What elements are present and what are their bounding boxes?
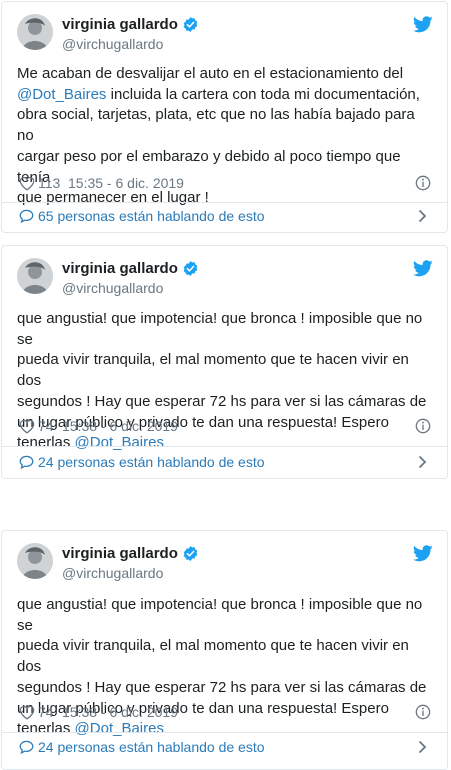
tweet-text-line: segundos ! Hay que esperar 72 hs para ve… xyxy=(17,678,427,696)
tweet-text-line: que angustia! que impotencia! que bronca… xyxy=(17,596,423,634)
like-count[interactable]: 74 xyxy=(38,704,54,720)
conversation-count[interactable]: 24 personas están hablando de esto xyxy=(38,454,265,470)
info-icon[interactable] xyxy=(415,175,431,191)
twitter-bird-icon[interactable] xyxy=(413,260,433,277)
tweet-card: virginia gallardo @virchugallardo Me aca… xyxy=(1,1,448,233)
tweet-meta: 113 15:35 - 6 dic. 2019 xyxy=(17,174,433,194)
tweet-meta: 74 15:38 - 6 dic. 2019 xyxy=(17,417,433,437)
author-handle[interactable]: @virchugallardo xyxy=(62,565,163,581)
like-count[interactable]: 113 xyxy=(38,175,60,191)
chevron-right-icon[interactable] xyxy=(418,455,427,469)
speech-bubble-icon xyxy=(19,455,34,469)
avatar[interactable] xyxy=(17,543,53,579)
chevron-right-icon[interactable] xyxy=(418,209,427,223)
author-name[interactable]: virginia gallardo xyxy=(62,545,178,562)
tweet-text-line: Me acaban de desvalijar el auto en el es… xyxy=(17,65,404,82)
conversation-count[interactable]: 65 personas están hablando de esto xyxy=(38,208,265,224)
mention-link[interactable]: @Dot_Baires xyxy=(17,86,106,103)
tweet-timestamp[interactable]: 15:38 - 6 dic. 2019 xyxy=(62,704,178,720)
tweet-card: virginia gallardo @virchugallardo que an… xyxy=(1,245,448,479)
heart-icon[interactable] xyxy=(19,705,35,720)
tweet-text-line: que angustia! que impotencia! que bronca… xyxy=(17,310,423,348)
author-name[interactable]: virginia gallardo xyxy=(62,260,178,277)
verified-badge-icon xyxy=(183,546,198,561)
heart-icon[interactable] xyxy=(19,419,35,434)
tweet-text-line: segundos ! Hay que esperar 72 hs para ve… xyxy=(17,392,427,410)
speech-bubble-icon xyxy=(19,209,34,223)
twitter-bird-icon[interactable] xyxy=(413,545,433,562)
tweet-timestamp[interactable]: 15:35 - 6 dic. 2019 xyxy=(68,175,184,191)
verified-badge-icon xyxy=(183,17,198,32)
divider xyxy=(2,202,447,203)
tweet-meta: 74 15:38 - 6 dic. 2019 xyxy=(17,703,433,723)
conversation-count[interactable]: 24 personas están hablando de esto xyxy=(38,739,265,755)
avatar[interactable] xyxy=(17,258,53,294)
info-icon[interactable] xyxy=(415,704,431,720)
speech-bubble-icon xyxy=(19,740,34,754)
conversation-link[interactable]: 65 personas están hablando de esto xyxy=(17,207,433,227)
avatar[interactable] xyxy=(17,14,53,50)
name-row: virginia gallardo xyxy=(62,260,199,277)
verified-badge-icon xyxy=(183,261,198,276)
twitter-bird-icon[interactable] xyxy=(413,16,433,33)
tweet-header: virginia gallardo @virchugallardo xyxy=(17,14,435,54)
tweet-header: virginia gallardo @virchugallardo xyxy=(17,258,435,298)
author-handle[interactable]: @virchugallardo xyxy=(62,280,163,296)
chevron-right-icon[interactable] xyxy=(418,740,427,754)
tweet-timestamp[interactable]: 15:38 - 6 dic. 2019 xyxy=(62,418,178,434)
like-count[interactable]: 74 xyxy=(38,418,54,434)
conversation-link[interactable]: 24 personas están hablando de esto xyxy=(17,738,433,758)
name-row: virginia gallardo xyxy=(62,545,199,562)
author-handle[interactable]: @virchugallardo xyxy=(62,36,163,52)
tweet-text-line: pueda vivir tranquila, el mal momento qu… xyxy=(17,637,409,676)
author-name[interactable]: virginia gallardo xyxy=(62,16,178,33)
divider xyxy=(2,732,447,733)
tweet-text-line: obra social, tarjetas, plata, etc que no… xyxy=(17,106,415,145)
tweet-card: virginia gallardo @virchugallardo que an… xyxy=(1,530,448,770)
info-icon[interactable] xyxy=(415,418,431,434)
name-row: virginia gallardo xyxy=(62,16,199,33)
tweet-text-line: pueda vivir tranquila, el mal momento qu… xyxy=(17,351,409,390)
heart-icon[interactable] xyxy=(19,176,35,191)
tweet-header: virginia gallardo @virchugallardo xyxy=(17,543,435,583)
conversation-link[interactable]: 24 personas están hablando de esto xyxy=(17,453,433,473)
tweet-text-line: @Dot_Baires incluida la cartera con toda… xyxy=(17,85,420,103)
divider xyxy=(2,446,447,447)
